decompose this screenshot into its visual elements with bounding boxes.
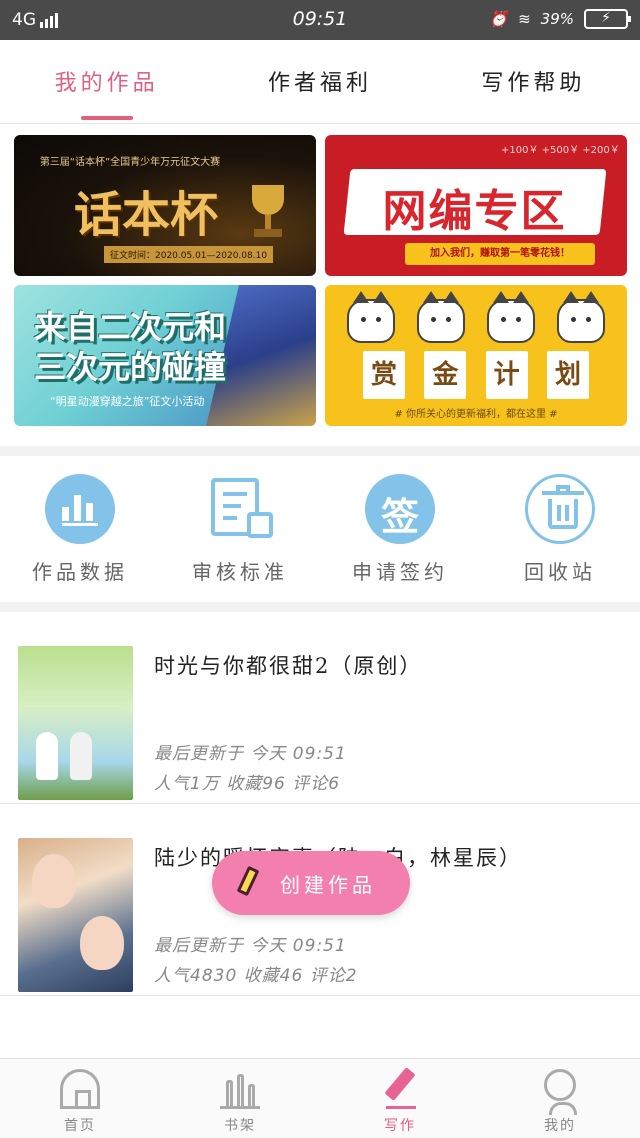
banner-footer: # 你所关心的更新福利，都在这里 #: [394, 409, 558, 420]
trash-icon: [525, 474, 595, 544]
title-card: 金: [424, 351, 467, 399]
cat-illustrations: [347, 291, 605, 343]
nav-label: 首页: [64, 1118, 96, 1134]
tab-author-benefits[interactable]: 作者福利: [213, 40, 426, 123]
title-card: 划: [546, 351, 589, 399]
shortcut-recycle-bin[interactable]: 回收站: [480, 456, 640, 602]
character-face: [32, 854, 76, 908]
works-list: 时光与你都很甜2（原创） 最后更新于 今天 09:51 人气1万 收藏96 评论…: [0, 612, 640, 996]
work-updated: 最后更新于 今天 09:51: [154, 936, 347, 956]
top-tabs: 我的作品 作者福利 写作帮助: [0, 40, 640, 124]
cat-icon: [347, 291, 395, 343]
banner-title: 网编专区: [382, 186, 567, 237]
nav-label: 书架: [224, 1118, 256, 1134]
shortcut-label: 作品数据: [32, 560, 128, 584]
create-work-button[interactable]: 创建作品: [212, 851, 410, 915]
tab-label: 作者福利: [267, 71, 372, 96]
nav-label: 写作: [384, 1118, 416, 1134]
status-icons: ⏰ ≋ 39% ⚡: [489, 9, 631, 29]
status-bar: 4G 09:51 ⏰ ≋ 39% ⚡: [0, 0, 640, 40]
cat-icon: [417, 291, 465, 343]
nav-item-bookshelf[interactable]: 书架: [160, 1059, 320, 1138]
book-cover-image: [18, 646, 133, 800]
banner-title-line1: 来自二次元和: [34, 308, 227, 346]
battery-charging-icon: ⚡: [584, 9, 631, 29]
shortcut-row: 作品数据 审核标准 签 申请签约 回收站: [0, 456, 640, 602]
tab-label: 写作帮助: [481, 71, 586, 96]
tab-writing-help[interactable]: 写作帮助: [427, 40, 640, 123]
nav-label: 我的: [544, 1118, 576, 1134]
work-updated: 最后更新于 今天 09:51: [154, 744, 347, 764]
work-stats: 人气4830 收藏46 评论2: [154, 966, 358, 986]
banner-reward-note: +100￥ +500￥ +200￥: [501, 145, 620, 156]
character-figure: [36, 732, 58, 780]
document-review-icon: [205, 474, 275, 544]
create-button-label: 创建作品: [280, 873, 376, 897]
work-title: 时光与你都很甜2（原创）: [154, 654, 423, 678]
banner-title: 来自二次元和 三次元的碰撞: [34, 307, 226, 387]
cat-icon: [487, 291, 535, 343]
write-icon: [380, 1067, 420, 1109]
banner-caption: “明星动漫穿越之旅”征文小活动: [50, 395, 205, 408]
cat-icon: [557, 291, 605, 343]
battery-percent: 39%: [540, 10, 574, 28]
bookshelf-icon: [220, 1069, 260, 1109]
list-item[interactable]: 时光与你都很甜2（原创） 最后更新于 今天 09:51 人气1万 收藏96 评论…: [0, 612, 640, 804]
banner-title-box: 网编专区: [343, 169, 607, 237]
character-face: [80, 916, 124, 970]
title-card: 计: [485, 351, 528, 399]
profile-icon: [544, 1069, 577, 1115]
book-cover-image: [18, 838, 133, 992]
pencil-icon: [236, 865, 262, 901]
nav-item-write[interactable]: 写作: [320, 1059, 480, 1138]
bar-chart-icon: [45, 474, 115, 544]
section-divider: [0, 446, 640, 456]
banner-shangjin[interactable]: 赏 金 计 划 # 你所关心的更新福利，都在这里 #: [325, 285, 627, 426]
alarm-icon: ⏰: [489, 10, 509, 28]
sign-icon: 签: [365, 474, 435, 544]
shortcut-label: 审核标准: [192, 560, 288, 584]
active-tab-indicator: [80, 116, 133, 120]
nav-item-profile[interactable]: 我的: [480, 1059, 640, 1138]
shortcut-review-standard[interactable]: 审核标准: [160, 456, 320, 602]
banner-grid: 第三届“话本杯”全国青少年万元征文大赛 话本杯 征文时间：2020.05.01—…: [0, 125, 640, 445]
work-stats: 人气1万 收藏96 评论6: [154, 774, 341, 794]
shortcut-apply-contract[interactable]: 签 申请签约: [320, 456, 480, 602]
home-icon: [60, 1069, 100, 1109]
wifi-icon: ≋: [518, 10, 531, 28]
banner-huabenbei[interactable]: 第三届“话本杯”全国青少年万元征文大赛 话本杯 征文时间：2020.05.01—…: [14, 135, 316, 276]
trophy-icon: [248, 185, 288, 240]
tab-my-works[interactable]: 我的作品: [0, 40, 213, 123]
banner-wangbian[interactable]: +100￥ +500￥ +200￥ 网编专区 加入我们，赚取第一笔零花钱！: [325, 135, 627, 276]
title-card: 赏: [363, 351, 405, 399]
banner-title: 话本杯: [74, 187, 219, 243]
character-figure: [70, 732, 92, 780]
tab-label: 我的作品: [54, 71, 159, 96]
banner-subtitle: 第三届“话本杯”全国青少年万元征文大赛: [39, 157, 221, 168]
banner-date: 征文时间：2020.05.01—2020.08.10: [104, 246, 274, 263]
shortcut-works-data[interactable]: 作品数据: [0, 456, 160, 602]
banner-title-line2: 三次元的碰撞: [34, 348, 227, 386]
shortcut-label: 回收站: [524, 560, 596, 584]
nav-item-home[interactable]: 首页: [0, 1059, 160, 1138]
banner-title-cards: 赏 金 计 划: [363, 351, 589, 399]
shortcut-label: 申请签约: [352, 560, 448, 584]
banner-erciyuan[interactable]: 来自二次元和 三次元的碰撞 “明星动漫穿越之旅”征文小活动: [14, 285, 316, 426]
bottom-nav: 首页 书架 写作 我的: [0, 1058, 640, 1138]
section-divider: [0, 602, 640, 612]
banner-tagline: 加入我们，赚取第一笔零花钱！: [405, 243, 595, 265]
sign-glyph: 签: [380, 495, 419, 539]
